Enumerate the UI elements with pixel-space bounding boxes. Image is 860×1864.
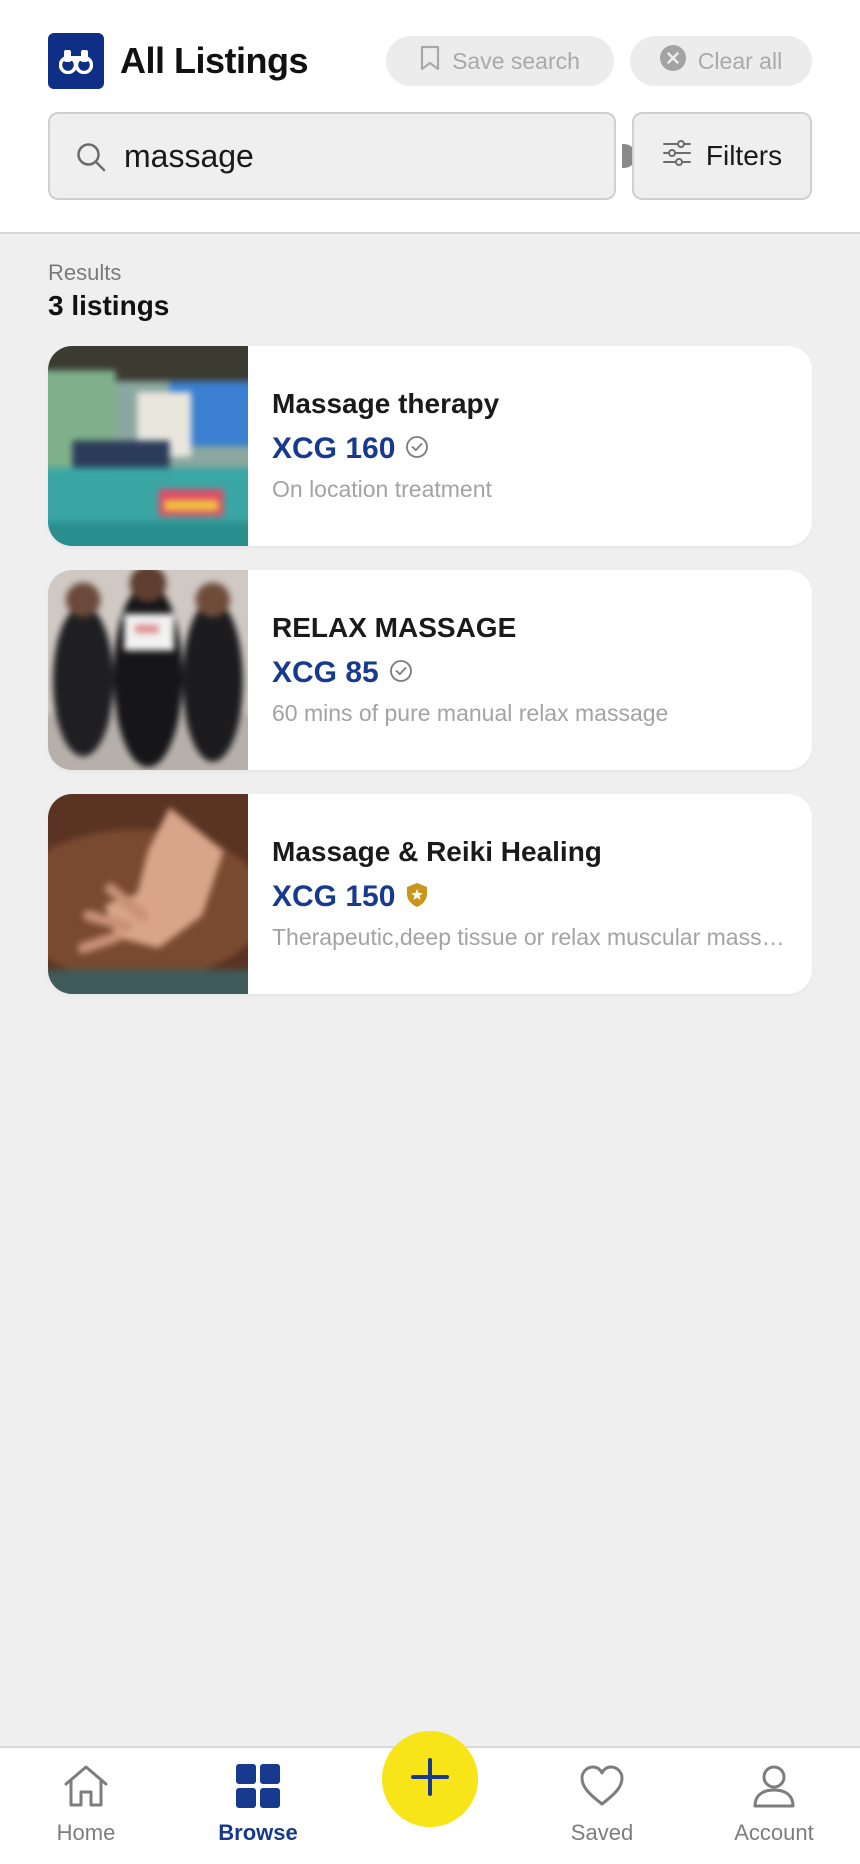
save-search-button[interactable]: Save search — [386, 36, 614, 86]
page-title: All Listings — [120, 40, 309, 81]
header: All Listings Save search Clear all massa… — [0, 0, 860, 234]
listing-description: On location treatment — [272, 476, 492, 502]
clear-all-label: Clear all — [697, 47, 783, 74]
nav-saved-label: Saved — [570, 1820, 634, 1845]
filters-button[interactable]: Filters — [632, 112, 812, 200]
listing-card[interactable]: Massage & Reiki Healing XCG 150 Therapeu… — [48, 794, 812, 994]
binoculars-icon[interactable] — [48, 33, 104, 89]
search-input[interactable] — [124, 134, 594, 178]
user-icon — [752, 1764, 796, 1814]
close-circle-icon — [659, 45, 686, 77]
listing-title: Massage & Reiki Healing — [272, 836, 602, 867]
results-label: Results — [48, 260, 122, 285]
listing-title: Massage therapy — [272, 388, 500, 419]
clear-all-button[interactable]: Clear all — [630, 36, 812, 86]
listing-price: XCG 85 — [272, 656, 379, 689]
gold-star-shield-icon — [405, 882, 429, 913]
verified-check-icon — [405, 435, 429, 464]
price-row: XCG 85 — [272, 656, 413, 690]
nav-saved[interactable]: Saved — [532, 1764, 672, 1846]
listing-image — [48, 794, 248, 994]
results-count: 3 listings — [48, 290, 170, 321]
save-search-label: Save search — [452, 47, 580, 74]
listing-description: 60 mins of pure manual relax massage — [272, 700, 669, 726]
grid-icon — [236, 1764, 280, 1814]
listing-image — [48, 346, 248, 546]
plus-icon — [410, 1757, 450, 1802]
search-field[interactable] — [48, 112, 616, 200]
search-icon — [76, 142, 106, 177]
listing-title: RELAX MASSAGE — [272, 612, 517, 643]
listing-image — [48, 570, 248, 770]
listing-price: XCG 160 — [272, 432, 396, 465]
listing-price: XCG 150 — [272, 880, 396, 913]
nav-home-label: Home — [56, 1820, 116, 1845]
nav-account-label: Account — [734, 1820, 814, 1845]
heart-icon — [579, 1764, 625, 1814]
nav-account[interactable]: Account — [704, 1764, 844, 1846]
listing-description: Therapeutic,deep tissue or relax muscula… — [272, 924, 792, 950]
home-icon — [62, 1764, 110, 1814]
add-listing-button[interactable] — [382, 1731, 478, 1827]
sliders-icon — [662, 139, 692, 173]
price-row: XCG 160 — [272, 432, 429, 466]
nav-browse[interactable]: Browse — [188, 1764, 328, 1846]
filters-label: Filters — [705, 140, 783, 171]
nav-browse-label: Browse — [218, 1820, 298, 1845]
bookmark-icon — [420, 45, 440, 77]
listing-card[interactable]: RELAX MASSAGE XCG 85 60 mins of pure man… — [48, 570, 812, 770]
nav-home[interactable]: Home — [16, 1764, 156, 1846]
listing-card[interactable]: Massage therapy XCG 160 On location trea… — [48, 346, 812, 546]
verified-check-icon — [389, 659, 413, 688]
price-row: XCG 150 — [272, 880, 429, 914]
